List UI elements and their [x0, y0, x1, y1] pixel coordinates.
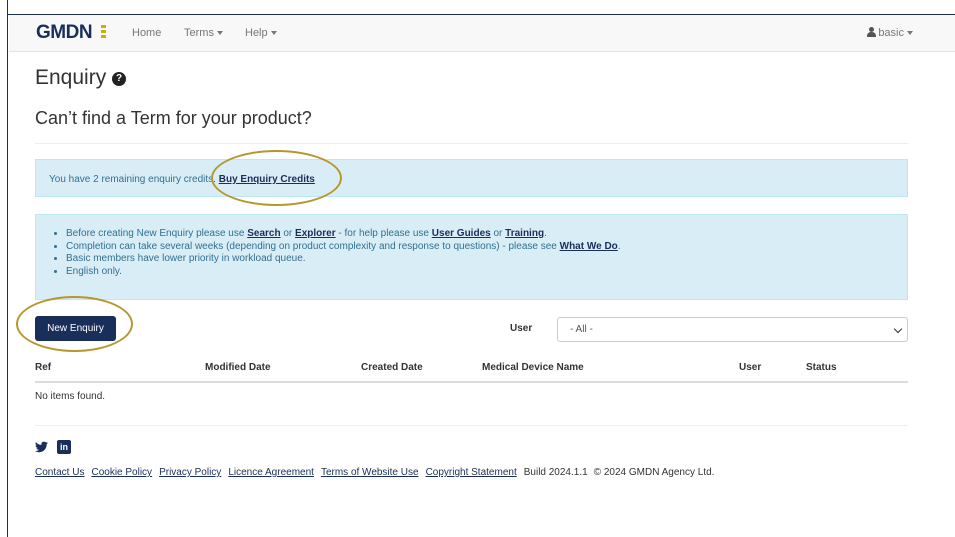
- empty-table-message: No items found.: [35, 391, 106, 402]
- page-title: Enquiry: [35, 66, 107, 89]
- explorer-link[interactable]: Explorer: [295, 228, 336, 239]
- info-list: Before creating New Enquiry please use S…: [66, 228, 893, 278]
- col-ref[interactable]: Ref: [35, 362, 51, 373]
- help-circle-icon[interactable]: ?: [112, 72, 126, 86]
- info-item: Completion can take several weeks (depen…: [66, 241, 893, 254]
- info-alert: Before creating New Enquiry please use S…: [35, 214, 908, 300]
- col-modified-date[interactable]: Modified Date: [205, 362, 271, 373]
- highlight-ellipse-new-enquiry: [16, 296, 133, 352]
- credits-text: You have 2 remaining enquiry credits.: [49, 174, 216, 185]
- caret-down-icon: [216, 31, 223, 36]
- window-top-margin: [0, 0, 955, 14]
- user-guides-link[interactable]: User Guides: [432, 228, 491, 239]
- what-we-do-link[interactable]: What We Do: [560, 241, 618, 252]
- window-border-left: [0, 0, 8, 537]
- nav-home[interactable]: Home: [132, 27, 161, 39]
- user-filter-value: - All -: [570, 324, 593, 335]
- logo-bars-icon: [101, 25, 109, 41]
- user-menu[interactable]: basic: [867, 27, 913, 39]
- user-icon: [867, 27, 877, 37]
- divider: [35, 425, 908, 426]
- page-subtitle: Can’t find a Term for your product?: [35, 108, 312, 128]
- info-item: English only.: [66, 266, 893, 279]
- gmdn-logo[interactable]: GMDN: [36, 22, 93, 44]
- col-created-date[interactable]: Created Date: [361, 362, 423, 373]
- info-item: Before creating New Enquiry please use S…: [66, 228, 893, 241]
- caret-down-icon: [907, 31, 913, 36]
- footer: Contact Us Cookie Policy Privacy Policy Lic…: [35, 467, 720, 478]
- footer-link-contact-us[interactable]: Contact Us: [35, 467, 84, 478]
- footer-link-terms-of-website-use[interactable]: Terms of Website Use: [321, 467, 419, 478]
- col-user[interactable]: User: [739, 362, 761, 373]
- col-medical-device-name[interactable]: Medical Device Name: [482, 362, 584, 373]
- footer-link-privacy-policy[interactable]: Privacy Policy: [159, 467, 221, 478]
- col-status[interactable]: Status: [806, 362, 837, 373]
- build-version: Build 2024.1.1: [523, 467, 588, 478]
- table-header: Ref Modified Date Created Date Medical D…: [35, 356, 908, 383]
- training-link[interactable]: Training: [505, 228, 544, 239]
- copyright-text: © 2024 GMDN Agency Ltd.: [593, 467, 715, 478]
- footer-link-licence-agreement[interactable]: Licence Agreement: [228, 467, 314, 478]
- user-menu-label: basic: [878, 27, 904, 39]
- credits-alert: You have 2 remaining enquiry credits. Bu…: [35, 159, 908, 197]
- nav-terms[interactable]: Terms: [184, 27, 223, 39]
- info-item: Basic members have lower priority in wor…: [66, 253, 893, 266]
- highlight-ellipse-buy-credits: [211, 150, 342, 206]
- footer-link-copyright-statement[interactable]: Copyright Statement: [426, 467, 517, 478]
- user-filter-select[interactable]: - All -: [557, 317, 908, 342]
- search-link[interactable]: Search: [247, 228, 280, 239]
- nav-help[interactable]: Help: [245, 27, 277, 39]
- user-filter-label: User: [510, 323, 533, 334]
- divider: [35, 143, 908, 144]
- footer-link-cookie-policy[interactable]: Cookie Policy: [91, 467, 152, 478]
- top-navbar: GMDN Home Terms Help basic: [9, 15, 955, 52]
- caret-down-icon: [270, 31, 277, 36]
- linkedin-icon[interactable]: in: [57, 440, 71, 454]
- chevron-down-icon: [893, 324, 903, 334]
- twitter-icon[interactable]: [35, 441, 48, 453]
- logo-text: GMDN: [36, 22, 93, 43]
